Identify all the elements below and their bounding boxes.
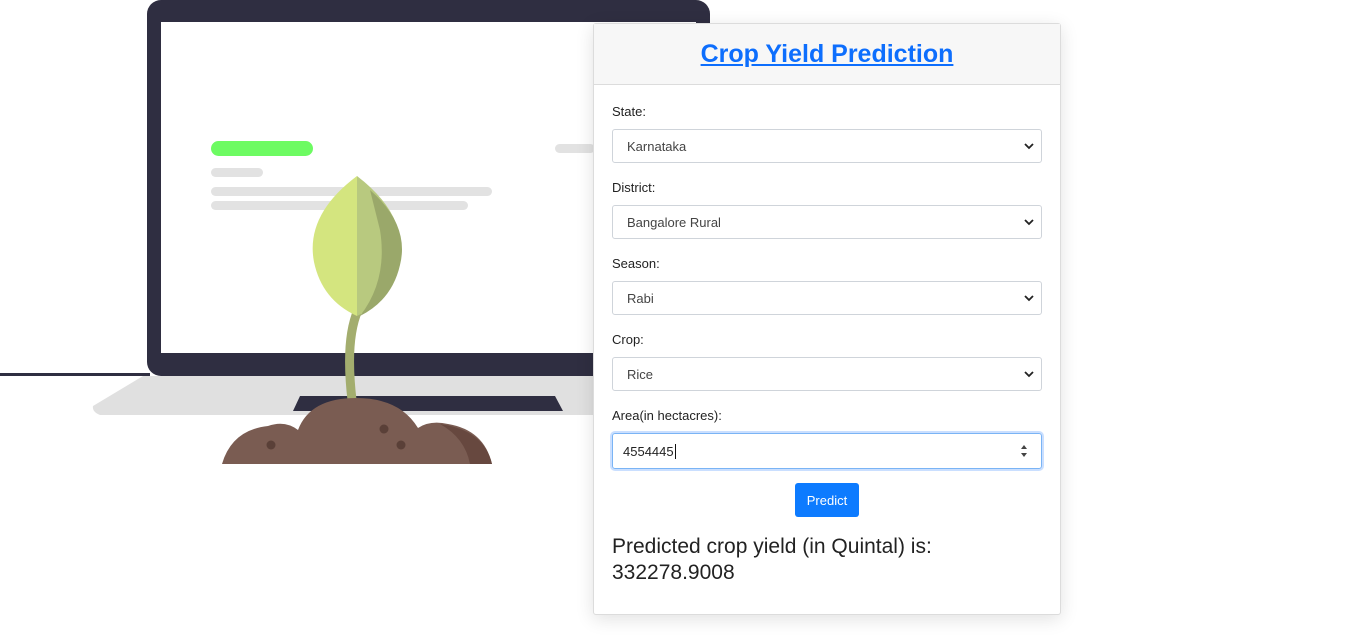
crop-select-value: Rice <box>627 366 654 382</box>
season-select[interactable]: Rabi <box>612 281 1042 315</box>
state-label: State: <box>612 104 646 119</box>
result-value: 332278.9008 <box>612 561 735 584</box>
prediction-card: Crop Yield Prediction State: Karnataka D… <box>593 23 1061 615</box>
chevron-down-icon <box>1024 371 1034 378</box>
card-header: Crop Yield Prediction <box>594 24 1060 85</box>
district-select[interactable]: Bangalore Rural <box>612 205 1042 239</box>
screen-gray-short <box>211 168 263 177</box>
soil-dot-1 <box>266 440 276 450</box>
state-select-value: Karnataka <box>627 138 687 154</box>
state-select[interactable]: Karnataka <box>612 129 1042 163</box>
screen-highlight-bar <box>211 141 313 156</box>
text-caret <box>674 443 676 459</box>
chevron-down-icon <box>1024 219 1034 226</box>
predict-button[interactable]: Predict <box>794 483 860 517</box>
area-input-value: 4554445 <box>623 443 674 459</box>
screen-gray-right <box>555 144 595 153</box>
area-label: Area(in hectacres): <box>612 408 722 423</box>
season-label: Season: <box>612 256 660 271</box>
crop-select[interactable]: Rice <box>612 357 1042 391</box>
number-spinner-icon[interactable] <box>1019 442 1029 460</box>
predict-wrap: Predict <box>612 483 1042 517</box>
district-select-value: Bangalore Rural <box>627 214 721 230</box>
soil-dot-3 <box>396 440 406 450</box>
soil-dot-2 <box>379 424 389 434</box>
area-input[interactable]: 4554445 <box>612 433 1042 469</box>
prediction-form: State: Karnataka District: Bangalore Rur… <box>594 85 1060 586</box>
chevron-down-icon <box>1024 143 1034 150</box>
cable-line <box>0 373 150 376</box>
season-select-value: Rabi <box>627 290 654 306</box>
page-title-link[interactable]: Crop Yield Prediction <box>701 40 954 69</box>
chevron-down-icon <box>1024 295 1034 302</box>
crop-label: Crop: <box>612 332 644 347</box>
district-label: District: <box>612 180 656 195</box>
page: Crop Yield Prediction State: Karnataka D… <box>0 0 1357 639</box>
result-text: Predicted crop yield (in Quintal) is: <box>612 535 932 558</box>
